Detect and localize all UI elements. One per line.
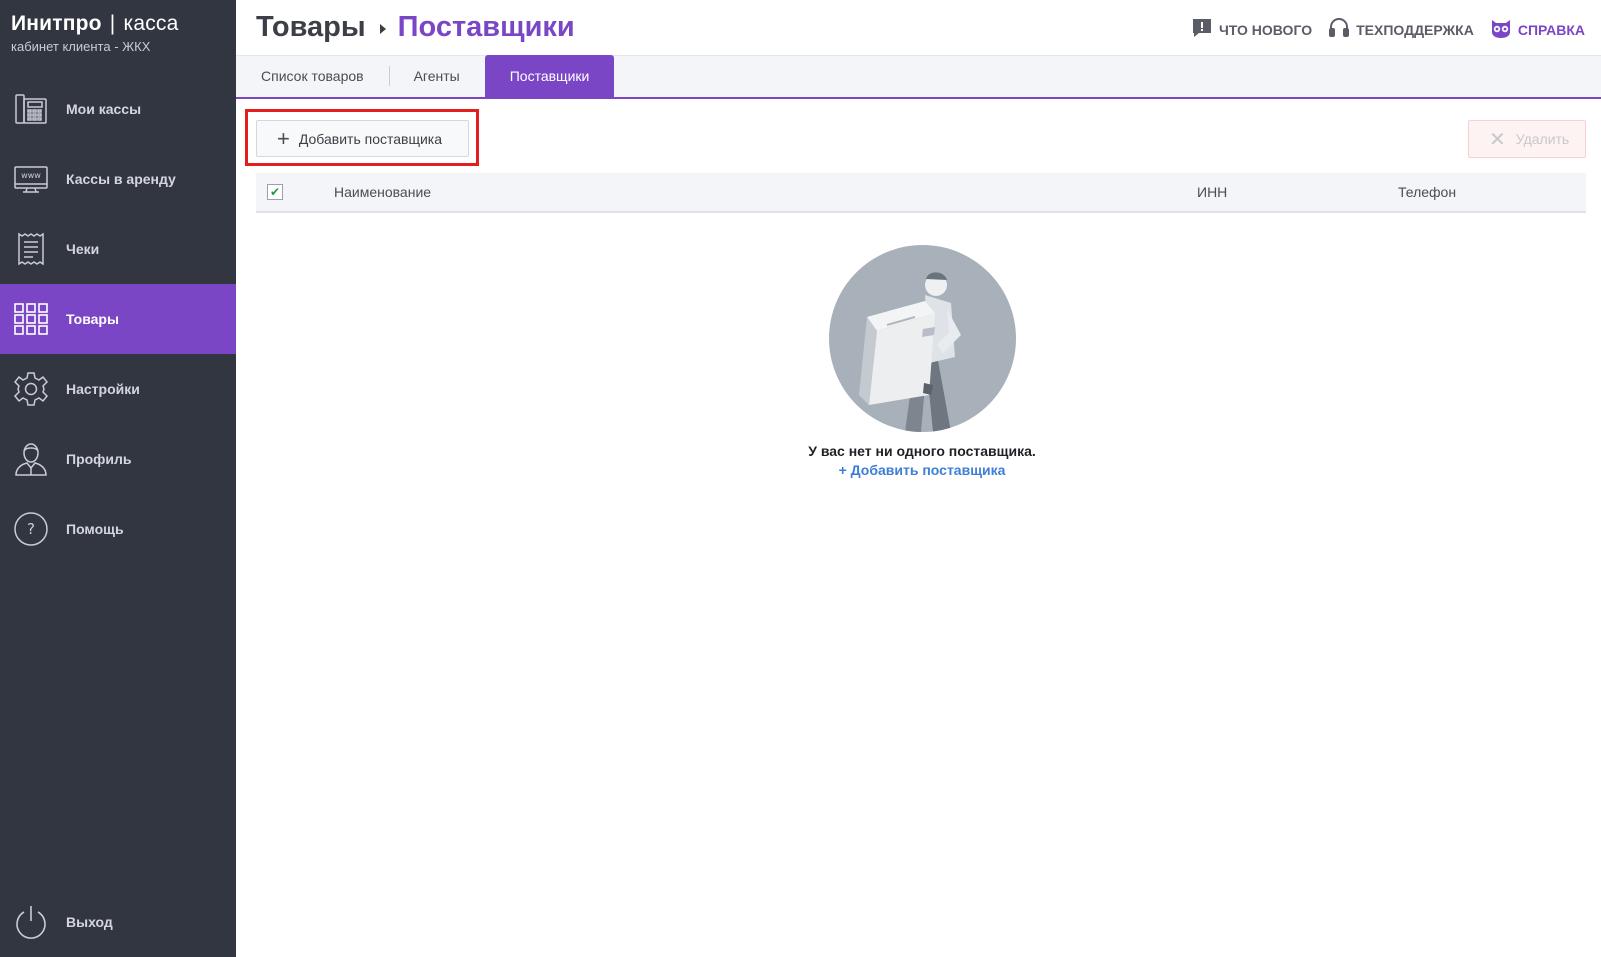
header: Товары Поставщики ЧТО НОВОГО ТЕХПОДДЕРЖК… <box>236 0 1601 56</box>
brand-logo[interactable]: Инитпро | касса <box>11 12 178 36</box>
tabs: Список товаров Агенты Поставщики <box>236 55 1601 99</box>
add-supplier-label: Добавить поставщика <box>298 130 443 147</box>
owl-icon <box>1490 17 1512 42</box>
brand-separator: | <box>109 12 116 35</box>
brand-product: касса <box>123 12 179 35</box>
grid-icon <box>13 301 49 337</box>
brand: Инитпро | касса кабинет клиента - ЖКХ <box>11 12 178 54</box>
empty-state-add-link[interactable]: + Добавить поставщика <box>700 462 1144 478</box>
breadcrumb-root[interactable]: Товары <box>256 11 366 44</box>
brand-subtitle: кабинет клиента - ЖКХ <box>11 39 151 54</box>
breadcrumb-arrow-icon <box>379 24 386 34</box>
sidebar-item-goods[interactable]: Товары <box>0 284 236 354</box>
delete-button[interactable]: ✕ Удалить <box>1468 120 1586 158</box>
column-inn[interactable]: ИНН <box>1197 184 1227 200</box>
sidebar-nav: Мои кассы www Кассы в аренду Чеки Товары… <box>0 74 236 564</box>
svg-text:?: ? <box>27 520 35 538</box>
sidebar-item-label: Кассы в аренду <box>66 171 176 187</box>
empty-supplier-illustration <box>829 245 1016 432</box>
gear-icon <box>13 371 49 407</box>
tab-suppliers[interactable]: Поставщики <box>484 55 615 97</box>
sidebar-item-settings[interactable]: Настройки <box>0 354 236 424</box>
help-link[interactable]: СПРАВКА <box>1490 17 1585 42</box>
svg-text:www: www <box>21 171 41 180</box>
whats-new-link[interactable]: ЧТО НОВОГО <box>1191 17 1312 42</box>
sidebar-item-label: Настройки <box>66 381 140 397</box>
sidebar-item-label: Помощь <box>66 521 124 537</box>
sidebar-item-profile[interactable]: Профиль <box>0 424 236 494</box>
tab-goods-list[interactable]: Список товаров <box>236 55 389 97</box>
cash-register-icon <box>13 91 49 127</box>
logout-label: Выход <box>66 914 113 930</box>
support-link[interactable]: ТЕХПОДДЕРЖКА <box>1328 17 1474 42</box>
delete-label: Удалить <box>1515 131 1570 147</box>
sidebar-item-rental-registers[interactable]: www Кассы в аренду <box>0 144 236 214</box>
headset-icon <box>1328 17 1350 42</box>
power-icon <box>13 904 49 940</box>
sidebar: Инитпро | касса кабинет клиента - ЖКХ Мо… <box>0 0 236 957</box>
plus-icon: + <box>277 125 290 151</box>
help-icon: ? <box>13 511 49 547</box>
sidebar-item-label: Мои кассы <box>66 101 142 117</box>
table-header: ✔ Наименование ИНН Телефон <box>256 173 1586 213</box>
sidebar-item-receipts[interactable]: Чеки <box>0 214 236 284</box>
sidebar-item-my-registers[interactable]: Мои кассы <box>0 74 236 144</box>
logout-button[interactable]: Выход <box>0 887 236 957</box>
breadcrumb: Товары Поставщики <box>256 11 575 44</box>
tab-agents[interactable]: Агенты <box>388 55 485 97</box>
support-label: ТЕХПОДДЕРЖКА <box>1356 21 1474 38</box>
close-icon: ✕ <box>1489 128 1506 151</box>
checkmark-icon: ✔ <box>269 185 281 199</box>
receipt-icon <box>13 231 49 267</box>
user-icon <box>13 441 49 477</box>
select-all-checkbox[interactable]: ✔ <box>267 184 283 200</box>
sidebar-item-help[interactable]: ? Помощь <box>0 494 236 564</box>
www-monitor-icon: www <box>13 161 49 197</box>
sidebar-item-label: Чеки <box>66 241 100 257</box>
sidebar-item-label: Профиль <box>66 451 132 467</box>
sidebar-item-label: Товары <box>66 311 119 327</box>
chat-alert-icon <box>1191 17 1213 42</box>
column-phone[interactable]: Телефон <box>1398 184 1456 200</box>
column-name[interactable]: Наименование <box>334 184 431 200</box>
help-label: СПРАВКА <box>1517 21 1585 38</box>
add-supplier-button[interactable]: + Добавить поставщика <box>256 120 469 157</box>
page-title: Поставщики <box>397 11 575 43</box>
header-links: ЧТО НОВОГО ТЕХПОДДЕРЖКА СПРАВКА <box>1191 17 1585 42</box>
whats-new-label: ЧТО НОВОГО <box>1218 21 1313 38</box>
brand-name: Инитпро <box>11 12 102 35</box>
empty-state-message: У вас нет ни одного поставщика. <box>808 443 1036 459</box>
